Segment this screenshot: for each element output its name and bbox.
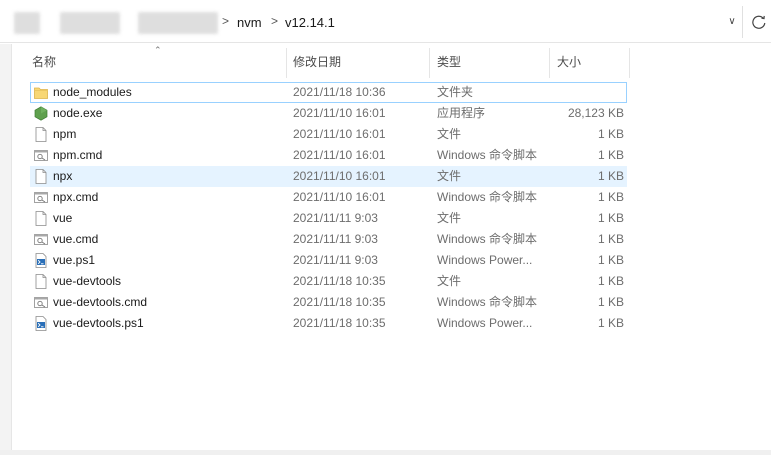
file-type: 文件夹 (437, 85, 474, 99)
list-item[interactable]: vue.ps1 2021/11/11 9:03 Windows Power...… (30, 250, 627, 271)
file-name: vue-devtools.ps1 (53, 316, 144, 330)
file-name: vue.ps1 (53, 253, 96, 267)
file-date: 2021/11/10 16:01 (293, 106, 386, 120)
file-size: 1 KB (597, 211, 624, 225)
list-item[interactable]: vue-devtools.cmd 2021/11/18 10:35 Window… (30, 292, 627, 313)
file-type: 文件 (437, 211, 462, 225)
list-item[interactable]: npx 2021/11/10 16:01 文件 1 KB (30, 166, 627, 187)
cmd-script-icon (34, 234, 48, 245)
file-size: 28,123 KB (567, 106, 624, 120)
address-bar[interactable]: > nvm > v12.14.1 ∨ (0, 0, 771, 43)
blurred-breadcrumb (14, 12, 40, 34)
powershell-script-icon (35, 316, 47, 331)
file-size: 1 KB (597, 148, 624, 162)
file-icon (35, 169, 47, 184)
chevron-right-icon[interactable]: > (271, 14, 278, 28)
file-type: 文件 (437, 169, 462, 183)
list-item[interactable]: vue.cmd 2021/11/11 9:03 Windows 命令脚本 1 K… (30, 229, 627, 250)
file-name: vue.cmd (53, 232, 99, 246)
list-item[interactable]: node.exe 2021/11/10 16:01 应用程序 28,123 KB (30, 103, 627, 124)
file-size: 1 KB (597, 190, 624, 204)
cmd-script-icon (34, 297, 48, 308)
file-date: 2021/11/18 10:35 (293, 274, 386, 288)
powershell-script-icon (35, 253, 47, 268)
file-type: Windows Power... (437, 316, 533, 330)
list-item[interactable]: npm.cmd 2021/11/10 16:01 Windows 命令脚本 1 … (30, 145, 627, 166)
column-header-date[interactable]: 修改日期 (285, 44, 429, 80)
divider (742, 6, 743, 38)
file-name: vue-devtools (53, 274, 122, 288)
list-item[interactable]: node_modules 2021/11/18 10:36 文件夹 (30, 82, 627, 103)
file-type: 文件 (437, 274, 462, 288)
file-name: npm.cmd (53, 148, 103, 162)
file-size: 1 KB (597, 295, 624, 309)
file-date: 2021/11/11 9:03 (293, 253, 378, 267)
file-type: Windows 命令脚本 (437, 295, 538, 309)
column-header-size[interactable]: 大小 (549, 44, 629, 80)
file-name: node_modules (53, 85, 132, 99)
file-name: npx.cmd (53, 190, 99, 204)
horizontal-scrollbar[interactable] (0, 450, 771, 455)
file-date: 2021/11/18 10:36 (293, 85, 386, 99)
file-date: 2021/11/10 16:01 (293, 190, 386, 204)
cmd-script-icon (34, 150, 48, 161)
file-size: 1 KB (597, 127, 624, 141)
file-size: 1 KB (597, 169, 624, 183)
column-divider[interactable] (629, 48, 630, 78)
file-size: 1 KB (597, 232, 624, 246)
column-header-type[interactable]: 类型 (429, 44, 549, 80)
column-header-name[interactable]: 名称 (24, 44, 286, 80)
list-item[interactable]: vue-devtools.ps1 2021/11/18 10:35 Window… (30, 313, 627, 334)
folder-icon (34, 87, 48, 99)
file-date: 2021/11/18 10:35 (293, 295, 386, 309)
file-date: 2021/11/10 16:01 (293, 169, 386, 183)
nodejs-app-icon (34, 106, 48, 121)
file-icon (35, 274, 47, 289)
blurred-breadcrumb (60, 12, 120, 34)
file-date: 2021/11/10 16:01 (293, 148, 386, 162)
cmd-script-icon (34, 192, 48, 203)
file-name: npm (53, 127, 77, 141)
file-name: vue-devtools.cmd (53, 295, 148, 309)
file-type: 应用程序 (437, 106, 486, 120)
file-date: 2021/11/18 10:35 (293, 316, 386, 330)
breadcrumb-nvm[interactable]: nvm (237, 15, 262, 30)
refresh-icon[interactable] (749, 12, 769, 32)
chevron-down-icon[interactable]: ∨ (725, 15, 739, 29)
file-name: vue (53, 211, 73, 225)
file-name: npx (53, 169, 73, 183)
file-icon (35, 211, 47, 226)
file-date: 2021/11/10 16:01 (293, 127, 386, 141)
file-date: 2021/11/11 9:03 (293, 232, 378, 246)
file-type: Windows 命令脚本 (437, 148, 538, 162)
breadcrumb-current-folder[interactable]: v12.14.1 (285, 15, 335, 30)
file-icon (35, 127, 47, 142)
file-type: Windows 命令脚本 (437, 232, 538, 246)
list-item[interactable]: npx.cmd 2021/11/10 16:01 Windows 命令脚本 1 … (30, 187, 627, 208)
column-header-row: ⌃ 名称 修改日期 类型 大小 (12, 44, 771, 82)
file-size: 1 KB (597, 316, 624, 330)
chevron-right-icon[interactable]: > (222, 14, 229, 28)
list-item[interactable]: vue 2021/11/11 9:03 文件 1 KB (30, 208, 627, 229)
file-list: node_modules 2021/11/18 10:36 文件夹 node.e… (30, 82, 627, 334)
file-type: 文件 (437, 127, 462, 141)
file-type: Windows Power... (437, 253, 533, 267)
list-item[interactable]: vue-devtools 2021/11/18 10:35 文件 1 KB (30, 271, 627, 292)
list-item[interactable]: npm 2021/11/10 16:01 文件 1 KB (30, 124, 627, 145)
file-type: Windows 命令脚本 (437, 190, 538, 204)
file-size: 1 KB (597, 274, 624, 288)
file-size: 1 KB (597, 253, 624, 267)
navigation-pane-edge[interactable] (0, 44, 12, 455)
file-name: node.exe (53, 106, 103, 120)
file-date: 2021/11/11 9:03 (293, 211, 378, 225)
blurred-breadcrumb (138, 12, 218, 34)
